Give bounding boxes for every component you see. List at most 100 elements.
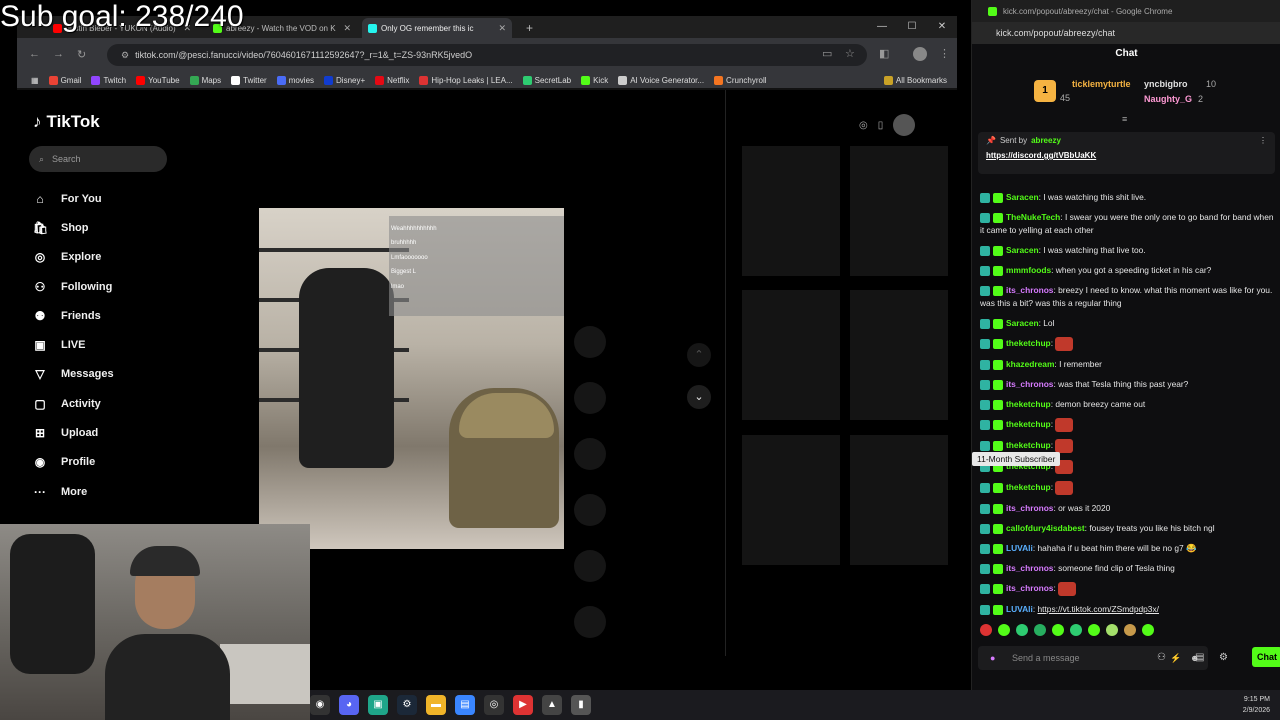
bookmark-gmail[interactable]: Gmail [48,75,81,85]
gift-badge-icon[interactable] [993,584,1003,594]
settings-icon[interactable]: ⚙ [1219,652,1228,663]
emote-icon[interactable] [1034,624,1046,636]
video-editor-icon[interactable]: ▶ [513,695,533,715]
reload-icon[interactable]: ↻ [77,48,86,61]
chat-username[interactable]: theketchup [1006,399,1051,409]
users-icon[interactable]: ⚇ [1157,652,1166,663]
chat-username[interactable]: mmmfoods [1006,265,1051,275]
chat-username[interactable]: LUVAli [1006,543,1033,553]
emote-icon[interactable] [1142,624,1154,636]
menu-icon[interactable]: ⋮ [939,47,950,60]
emote-icon[interactable] [1088,624,1100,636]
chat-username[interactable]: theketchup [1006,419,1051,429]
share-button[interactable] [574,494,606,526]
close-icon[interactable]: ✕ [498,23,506,34]
gift-badge-icon[interactable] [993,563,1003,574]
gift-badge-icon[interactable] [993,604,1003,615]
nav-explore[interactable]: ◎ Explore [33,243,233,272]
chat-username[interactable]: LUVAli [1006,604,1033,614]
apps-icon[interactable]: ▦ [31,76,39,85]
emote-icon[interactable] [980,624,992,636]
subscriber-badge-icon[interactable] [980,192,990,203]
emote-icon[interactable] [998,624,1010,636]
video-thumbnail[interactable] [850,146,948,276]
user-avatar[interactable] [893,114,916,136]
video-thumbnail[interactable] [850,290,948,420]
all-bookmarks[interactable]: All Bookmarks [883,75,947,85]
close-icon[interactable]: ✕ [343,23,351,34]
chat-username[interactable]: theketchup [1006,482,1051,492]
folder-icon[interactable]: ▬ [426,695,446,715]
nav-shop[interactable]: 🛍 Shop [33,213,233,242]
chat-username[interactable]: Saracen [1006,245,1039,255]
send-chat-button[interactable]: Chat [1252,647,1280,667]
app-icon[interactable]: ▣ [368,695,388,715]
steam-icon[interactable]: ⚙ [397,695,417,715]
forward-icon[interactable]: → [53,48,64,60]
bookmark-maps[interactable]: Maps [189,75,221,85]
gift-badge-icon[interactable] [993,441,1003,451]
gift-badge-icon[interactable] [993,543,1003,554]
discord-icon[interactable]: ◕ [339,695,359,715]
system-clock[interactable]: 9:15 PM 2/9/2026 [1243,694,1270,716]
chat-username[interactable]: Saracen [1006,318,1039,328]
bookmark-netflix[interactable]: Netflix [375,75,409,85]
star-icon[interactable]: ☆ [845,47,855,60]
app-icon[interactable]: ▮ [571,695,591,715]
subscriber-badge-icon[interactable] [980,379,990,390]
gift-badge-icon[interactable] [993,483,1003,493]
chat-username[interactable]: khazedream [1006,359,1054,369]
emote-icon[interactable] [1052,624,1064,636]
url-bar[interactable]: ⚙ tiktok.com/@pesci.fanucci/video/760460… [107,44,867,66]
subscriber-badge-icon[interactable] [980,483,990,493]
subscriber-badge-icon[interactable] [980,441,990,451]
chat-username[interactable]: callofdury4isdabest [1006,523,1085,533]
video-player[interactable]: Weahhhhhhhhhh bruhhhhh Lmfaooooooo Bigge… [259,208,564,549]
bookmark-secretlab[interactable]: SecretLab [522,75,571,85]
nav-profile[interactable]: ◉ Profile [33,448,233,477]
back-icon[interactable]: ← [29,48,40,60]
bookmark-twitch[interactable]: Twitch [91,75,126,85]
install-icon[interactable]: ▭ [822,47,832,60]
gift-badge-icon[interactable] [993,285,1003,296]
bookmark-ai-voice[interactable]: AI Voice Generator... [618,75,704,85]
bookmark-twitter[interactable]: Twitter [231,75,267,85]
photos-icon[interactable]: ▲ [542,695,562,715]
video-thumbnail[interactable] [850,435,948,565]
nav-more[interactable]: ··· More [33,477,233,506]
gift-badge-icon[interactable] [993,212,1003,223]
chevron-up-icon[interactable]: ⌃ [687,343,711,367]
chat-username[interactable]: its_chronos [1006,379,1053,389]
video-thumbnail[interactable] [742,435,840,565]
mic-icon[interactable]: ● [990,653,995,663]
nav-for-you[interactable]: ⌂ For You [33,184,233,213]
gift-badge-icon[interactable] [993,503,1003,514]
site-info-icon[interactable]: ⚙ [121,50,129,61]
profile-avatar[interactable] [913,47,927,61]
new-tab-button[interactable]: + [520,18,540,38]
more-actions-button[interactable] [574,550,606,582]
maximize-icon[interactable]: ☐ [897,16,927,38]
notes-icon[interactable]: ▤ [455,695,475,715]
comment-button[interactable] [574,382,606,414]
leader-name[interactable]: Naughty_G [1144,94,1192,104]
bookmark-movies[interactable]: movies [276,75,314,85]
leader-name[interactable]: yncbigbro [1144,79,1188,89]
chat-username[interactable]: Saracen [1006,192,1039,202]
chat-link[interactable]: https://vt.tiktok.com/ZSmdpdp3x/ [1038,604,1159,614]
gift-badge-icon[interactable] [993,379,1003,390]
subscriber-badge-icon[interactable] [980,563,990,574]
command-icon[interactable]: ⚡ [1170,653,1181,664]
coin-icon[interactable]: ◎ [859,120,868,131]
chat-username[interactable]: its_chronos [1006,503,1053,513]
video-thumbnail[interactable] [742,290,840,420]
bookmark-hiphop[interactable]: Hip-Hop Leaks | LEA... [419,75,513,85]
subscriber-badge-icon[interactable] [980,318,990,329]
gift-icon[interactable]: ▤ [1195,652,1204,663]
like-button[interactable] [574,326,606,358]
gift-badge-icon[interactable] [993,265,1003,276]
chevron-down-icon[interactable]: ⌄ [687,385,711,409]
unpin-icon[interactable]: ⋮ [1259,136,1267,145]
bookmark-disney[interactable]: Disney+ [324,75,365,85]
subscriber-badge-icon[interactable] [980,604,990,615]
